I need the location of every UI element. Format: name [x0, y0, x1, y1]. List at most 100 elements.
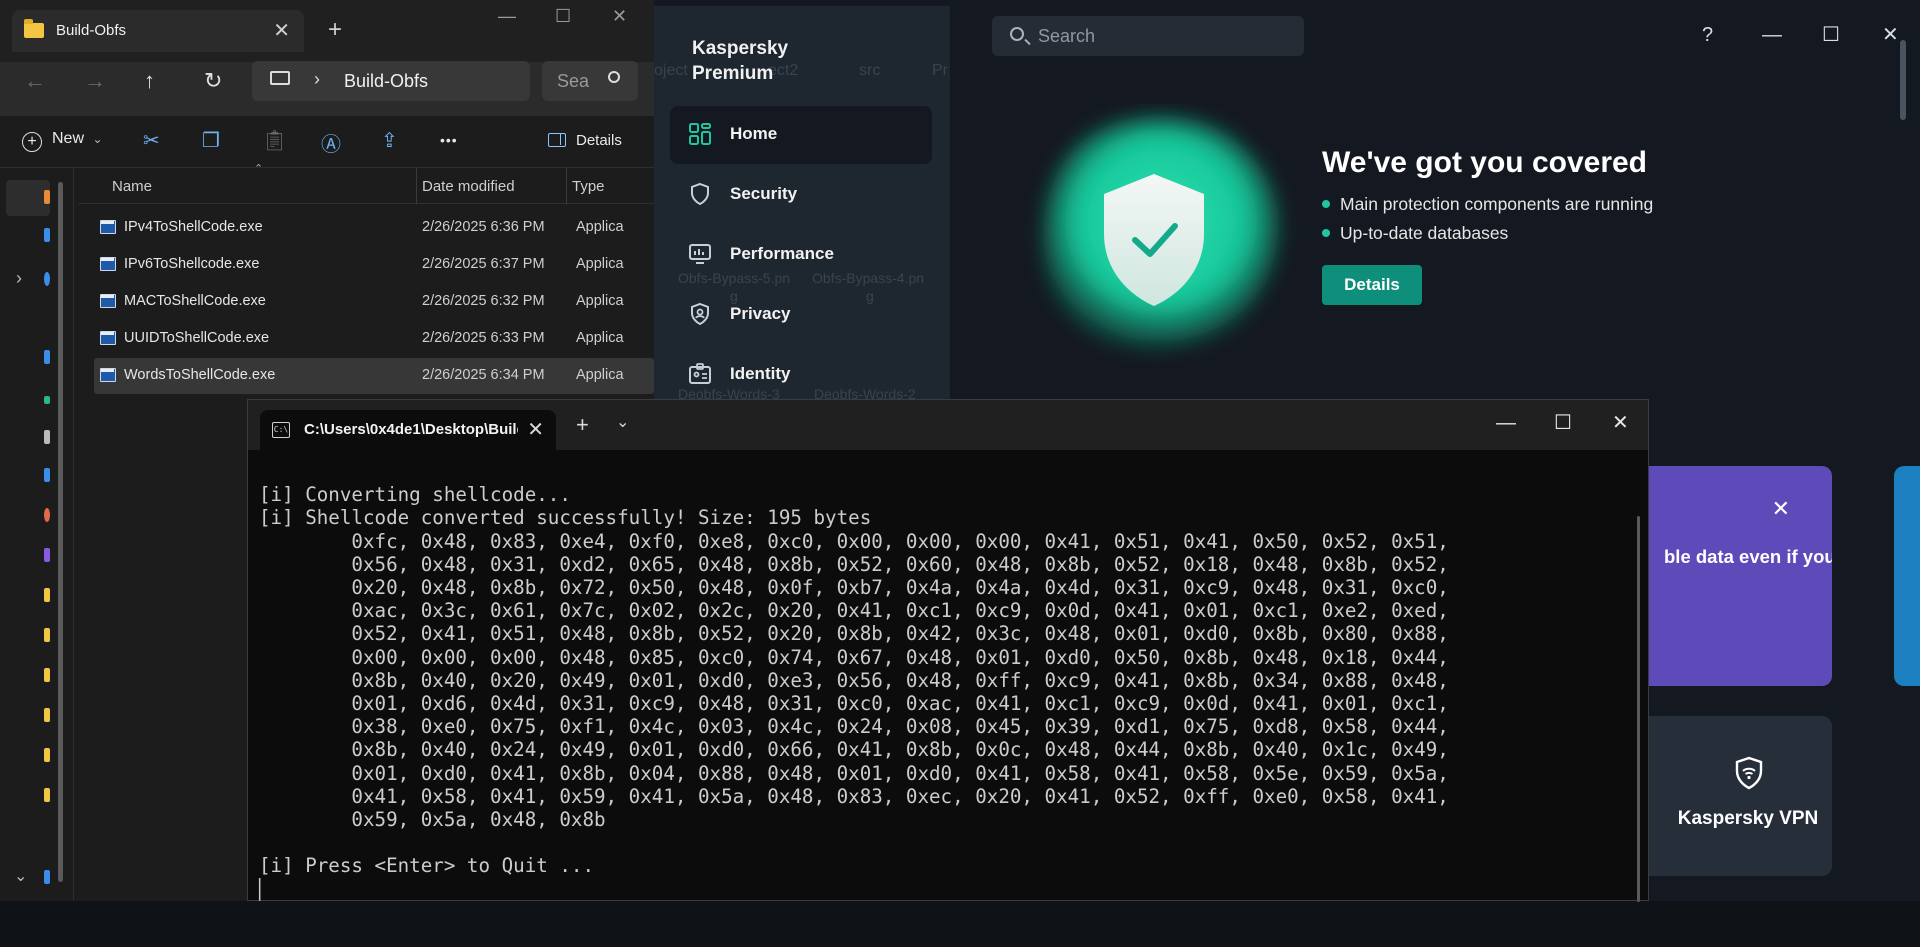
shield-icon — [691, 182, 709, 206]
home-grid-icon — [689, 123, 711, 145]
explorer-tab[interactable]: Build-Obfs ✕ — [12, 10, 304, 52]
file-date: 2/26/2025 6:37 PM — [422, 256, 545, 272]
address-bar[interactable]: › Build-Obfs — [252, 61, 530, 101]
new-button[interactable]: + New ⌄ — [22, 130, 103, 152]
terminal-output[interactable]: [i] Converting shellcode... [i] Shellcode… — [259, 460, 1619, 900]
folder-icon[interactable] — [44, 588, 50, 602]
close-window-button[interactable]: ✕ — [612, 6, 627, 27]
nav-pane-item-icon[interactable] — [44, 396, 50, 404]
nav-pane-item-icon[interactable] — [44, 190, 50, 204]
minimize-button[interactable]: — — [1496, 412, 1516, 435]
terminal-line: 0xfc, 0x48, 0x83, 0xe4, 0xf0, 0xe8, 0xc0… — [259, 529, 1449, 553]
status-headline: We've got you covered — [1322, 146, 1648, 179]
close-window-button[interactable]: ✕ — [1882, 22, 1899, 47]
nav-label: Performance — [730, 244, 834, 263]
column-header-name[interactable]: Name — [112, 178, 152, 195]
new-tab-button[interactable]: + — [328, 16, 342, 44]
breadcrumb-chevron-icon[interactable]: › — [314, 69, 320, 90]
nav-pane-item-icon[interactable] — [44, 272, 50, 286]
file-row[interactable]: IPv4ToShellCode.exe 2/26/2025 6:36 PM Ap… — [94, 210, 654, 246]
close-promo-icon[interactable]: ✕ — [1772, 496, 1790, 522]
cut-icon[interactable]: ✂ — [143, 128, 160, 153]
file-name: IPv4ToShellCode.exe — [124, 219, 263, 235]
column-header-date[interactable]: Date modified — [422, 178, 515, 195]
explorer-search-input[interactable]: Sea — [542, 61, 638, 101]
terminal-line: [i] Shellcode converted successfully! Si… — [259, 506, 872, 530]
up-button[interactable]: ↑ — [144, 68, 155, 94]
nav-item-privacy[interactable]: Privacy — [670, 286, 932, 344]
back-button[interactable]: ← — [24, 68, 46, 94]
copy-icon[interactable]: ❐ — [202, 128, 220, 153]
refresh-button[interactable]: ↻ — [204, 68, 222, 94]
background-ghost-text: oject — [654, 62, 688, 79]
file-type: Applica — [576, 219, 624, 235]
nav-pane-item-icon[interactable] — [44, 430, 50, 444]
search-placeholder: Search — [1038, 26, 1096, 46]
nav-label: Home — [730, 124, 778, 143]
cmd-icon: C:\ — [272, 422, 290, 438]
next-card-edge[interactable] — [1894, 466, 1920, 686]
close-tab-icon[interactable]: ✕ — [273, 18, 290, 43]
collapse-chevron-icon[interactable]: ⌄ — [14, 866, 27, 886]
terminal-line: 0xac, 0x3c, 0x61, 0x7c, 0x02, 0x2c, 0x20… — [259, 599, 1449, 623]
nav-pane-item-icon[interactable] — [44, 228, 50, 242]
privacy-shield-icon — [691, 302, 709, 326]
minimize-button[interactable]: — — [1762, 24, 1782, 47]
close-window-button[interactable]: ✕ — [1612, 410, 1629, 435]
column-divider[interactable] — [416, 168, 417, 204]
breadcrumb-path[interactable]: Build-Obfs — [344, 71, 428, 92]
column-header-row: ⌃ Name Date modified Type — [78, 163, 654, 204]
column-divider[interactable] — [566, 168, 567, 204]
minimize-button[interactable]: — — [498, 6, 516, 27]
brand-line-1: Kaspersky — [692, 38, 789, 59]
kaspersky-search-input[interactable]: Search — [992, 16, 1304, 56]
share-icon[interactable]: ⇪ — [381, 128, 398, 153]
nav-item-performance[interactable]: Performance — [670, 226, 932, 284]
rename-icon[interactable]: Ⓐ — [321, 128, 341, 157]
file-row[interactable]: IPv6ToShellcode.exe 2/26/2025 6:37 PM Ap… — [94, 247, 654, 283]
nav-pane-item-icon[interactable] — [44, 350, 50, 364]
nav-pane-scrollbar[interactable] — [58, 182, 63, 882]
maximize-button[interactable]: ☐ — [1822, 22, 1840, 47]
file-row-selected[interactable]: WordsToShellCode.exe 2/26/2025 6:34 PM A… — [94, 358, 654, 394]
close-tab-icon[interactable]: ✕ — [527, 417, 544, 442]
folder-icon[interactable] — [44, 708, 50, 722]
more-options-icon[interactable]: ••• — [440, 132, 458, 148]
details-button[interactable]: Details — [548, 132, 622, 149]
nav-label: Privacy — [730, 304, 791, 323]
file-row[interactable]: MACToShellCode.exe 2/26/2025 6:32 PM App… — [94, 284, 654, 320]
nav-pane-item-icon[interactable] — [44, 468, 50, 482]
folder-icon[interactable] — [44, 628, 50, 642]
tab-dropdown-chevron-icon[interactable]: ⌄ — [616, 412, 629, 432]
folder-icon[interactable] — [44, 668, 50, 682]
forward-button[interactable]: → — [84, 68, 106, 94]
status-bullet: Up-to-date databases — [1322, 223, 1508, 244]
file-row[interactable]: UUIDToShellCode.exe 2/26/2025 6:33 PM Ap… — [94, 321, 654, 357]
nav-pane-item-icon[interactable] — [44, 508, 50, 522]
kaspersky-scrollbar[interactable] — [1900, 40, 1906, 120]
folder-icon[interactable] — [44, 748, 50, 762]
details-button[interactable]: Details — [1322, 265, 1422, 305]
column-header-type[interactable]: Type — [572, 178, 605, 195]
terminal-scrollbar[interactable] — [1637, 516, 1640, 902]
maximize-button[interactable]: ☐ — [1554, 410, 1572, 435]
nav-pane-item-icon[interactable] — [44, 870, 50, 884]
help-button[interactable]: ? — [1702, 24, 1713, 47]
nav-pane-item-icon[interactable] — [44, 548, 50, 562]
file-type: Applica — [576, 293, 624, 309]
maximize-button[interactable]: ☐ — [555, 6, 571, 27]
nav-item-home[interactable]: Home — [670, 106, 932, 164]
new-tab-button[interactable]: + — [576, 412, 589, 438]
folder-icon[interactable] — [44, 788, 50, 802]
file-type: Applica — [576, 256, 624, 272]
nav-item-security[interactable]: Security — [670, 166, 932, 224]
expand-chevron-icon[interactable]: › — [16, 268, 22, 289]
paste-icon[interactable]: 📋︎ — [262, 128, 287, 153]
nav-item-identity[interactable]: Identity — [670, 346, 932, 404]
monitor-icon — [689, 244, 711, 264]
terminal-tab[interactable]: C:\ C:\Users\0x4de1\Desktop\Build-Obfs ✕ — [260, 410, 556, 450]
search-placeholder: Sea — [557, 71, 590, 91]
protection-status-shield-icon — [1043, 117, 1279, 348]
terminal-line: 0x8b, 0x40, 0x20, 0x49, 0x01, 0xd0, 0xe3… — [259, 668, 1449, 692]
